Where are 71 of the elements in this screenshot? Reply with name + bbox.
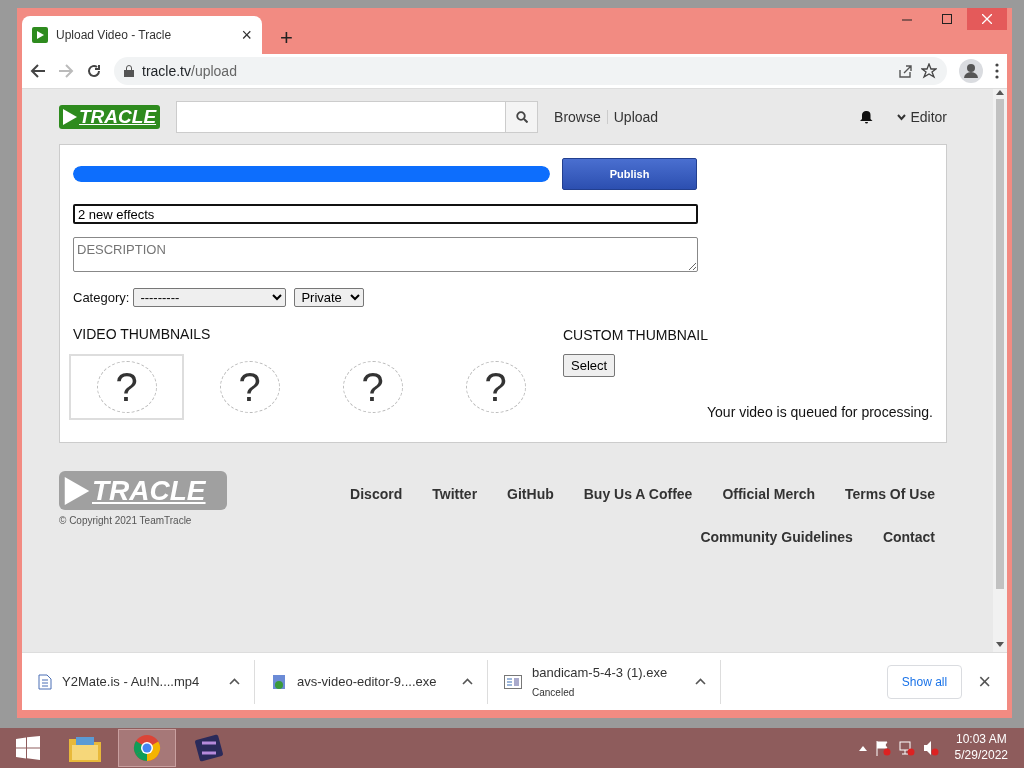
thumbnails-heading: VIDEO THUMBNAILS bbox=[73, 324, 211, 344]
network-icon[interactable] bbox=[898, 740, 915, 756]
custom-thumbnail-heading: CUSTOM THUMBNAIL bbox=[563, 325, 708, 345]
scroll-down-icon[interactable] bbox=[996, 642, 1004, 648]
show-all-button[interactable]: Show all bbox=[886, 664, 963, 699]
close-icon[interactable]: × bbox=[241, 21, 252, 49]
nav-link[interactable]: Browse bbox=[554, 106, 601, 128]
play-icon bbox=[32, 27, 48, 43]
category-select[interactable]: --------- bbox=[133, 288, 287, 308]
title-field[interactable]: 2 new effects bbox=[73, 204, 698, 224]
description-field[interactable]: DESCRIPTION bbox=[73, 237, 698, 272]
footer-link[interactable]: Discord bbox=[350, 484, 403, 505]
file-name: avs-video-editor-9....exe bbox=[297, 672, 438, 691]
lock-icon bbox=[124, 65, 134, 77]
browser-tab[interactable]: Upload Video - Tracle × bbox=[22, 16, 262, 54]
thumbnail-option[interactable]: ? bbox=[192, 353, 307, 420]
site-logo[interactable]: TRACLE bbox=[59, 105, 161, 129]
chevron-icon[interactable] bbox=[695, 678, 706, 685]
publish-button[interactable]: Publish bbox=[562, 158, 697, 190]
file-name: bandicam-5-4-3 (1).exe bbox=[532, 663, 669, 682]
clock-time[interactable]: 10:03 AM bbox=[954, 732, 1008, 748]
thumbnail-option[interactable]: ? bbox=[69, 353, 184, 420]
search-field[interactable] bbox=[176, 101, 539, 133]
search-icon[interactable] bbox=[505, 102, 538, 132]
select-button[interactable]: Select bbox=[563, 353, 616, 377]
category-label: Category: bbox=[73, 289, 130, 307]
close-icon[interactable] bbox=[967, 8, 1007, 30]
caret-icon[interactable] bbox=[858, 745, 867, 751]
address-bar[interactable]: tracle.tv/upload bbox=[114, 57, 947, 85]
download-item[interactable]: Y2Mate.is - Au!N....mp4 bbox=[22, 659, 255, 704]
reload-icon[interactable] bbox=[86, 63, 102, 79]
close-icon[interactable]: × bbox=[978, 665, 991, 698]
thumbnail-option[interactable]: ? bbox=[315, 353, 430, 420]
copyright-text: © Copyright 2021 TeamTracle bbox=[59, 514, 193, 528]
flag-icon[interactable] bbox=[874, 740, 891, 756]
avatar-icon[interactable] bbox=[959, 59, 983, 83]
thumbnail-option[interactable]: ? bbox=[438, 353, 553, 420]
footer-link[interactable]: Contact bbox=[882, 527, 935, 548]
user-menu[interactable]: Editor bbox=[897, 106, 947, 128]
windows-icon[interactable] bbox=[16, 736, 40, 760]
footer-link[interactable]: Community Guidelines bbox=[700, 527, 853, 548]
menu-icon[interactable] bbox=[995, 63, 999, 79]
taskbar-app-icon[interactable] bbox=[118, 729, 176, 767]
star-icon[interactable] bbox=[921, 63, 937, 79]
new-tab-button[interactable]: + bbox=[274, 26, 299, 50]
bell-icon[interactable] bbox=[860, 110, 874, 124]
status-message: Your video is queued for processing. bbox=[707, 403, 933, 422]
chevron-icon[interactable] bbox=[462, 678, 473, 685]
file-name: Y2Mate.is - Au!N....mp4 bbox=[62, 672, 201, 691]
file-icon bbox=[504, 674, 522, 689]
chevron-icon[interactable] bbox=[229, 678, 240, 685]
footer-link[interactable]: Twitter bbox=[432, 484, 478, 505]
download-status: Canceled bbox=[532, 686, 576, 701]
url-text: tracle.tv/upload bbox=[142, 61, 237, 81]
footer-link[interactable]: GitHub bbox=[507, 484, 554, 505]
chevron-icon bbox=[897, 113, 907, 121]
download-item[interactable]: bandicam-5-4-3 (1).exe Canceled bbox=[488, 659, 721, 704]
back-icon[interactable] bbox=[30, 63, 46, 79]
footer-link[interactable]: Buy Us A Coffee bbox=[583, 484, 693, 505]
download-item[interactable]: avs-video-editor-9....exe bbox=[255, 659, 488, 704]
file-icon bbox=[38, 673, 52, 690]
share-icon[interactable] bbox=[897, 63, 913, 79]
nav-link[interactable]: Upload bbox=[613, 106, 659, 128]
footer-link[interactable]: Terms Of Use bbox=[845, 484, 935, 505]
file-icon bbox=[271, 672, 287, 691]
speaker-icon[interactable] bbox=[922, 740, 939, 756]
scrollbar[interactable] bbox=[993, 89, 1007, 652]
tab-title: Upload Video - Tracle bbox=[56, 27, 173, 44]
privacy-select[interactable]: Private bbox=[294, 288, 365, 308]
footer-link[interactable]: Official Merch bbox=[722, 484, 815, 505]
clock-date[interactable]: 5/29/2022 bbox=[954, 748, 1008, 764]
